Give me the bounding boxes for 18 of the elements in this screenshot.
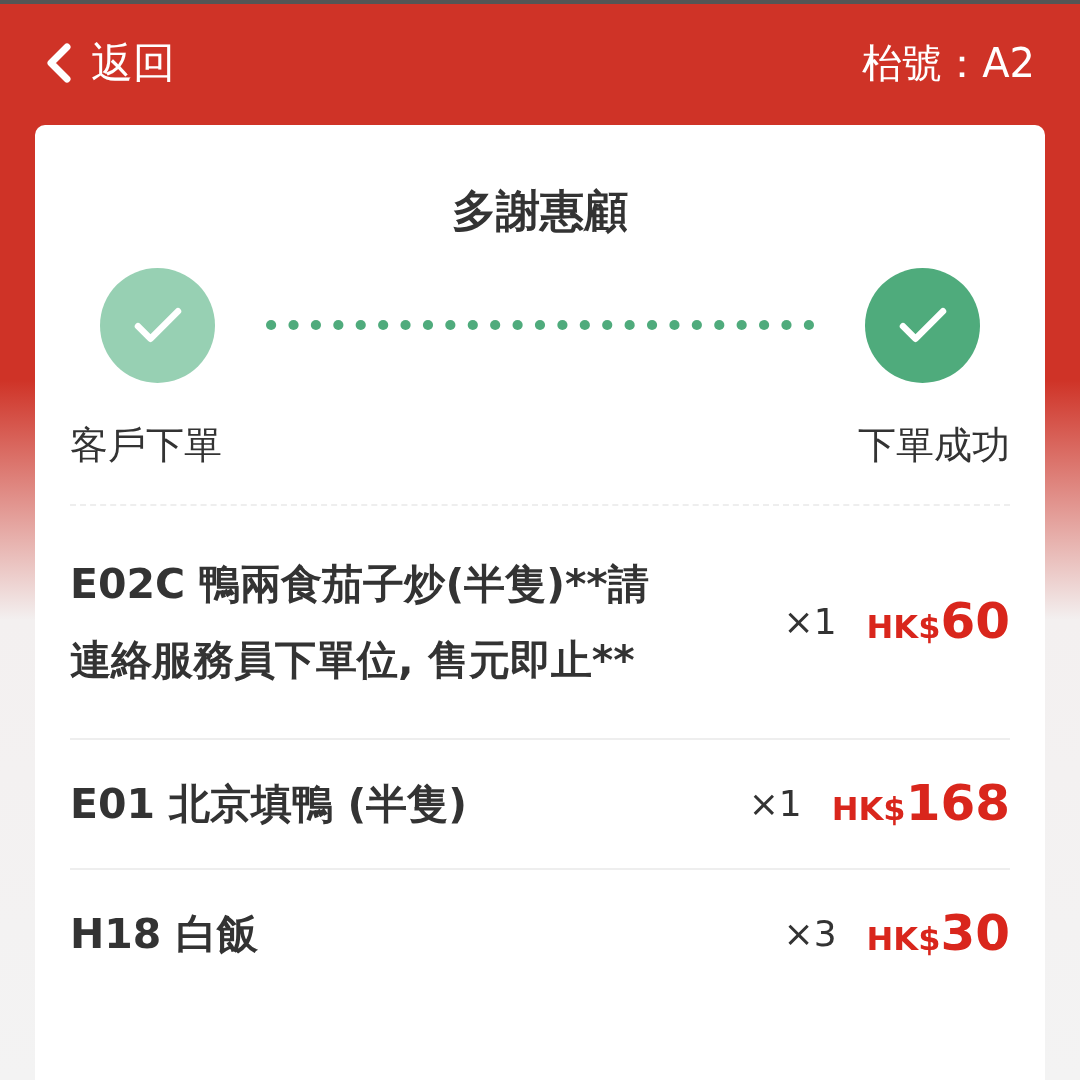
item-quantity: ×1 [748, 781, 802, 826]
table-number: 枱號：A2 [862, 38, 1035, 88]
item-price: 30 [940, 903, 1010, 965]
step-label: 下單成功 [858, 421, 1010, 469]
item-name: H18 白飯 [70, 908, 259, 960]
currency: HK$ [866, 919, 941, 961]
card-title: 多謝惠顧 [452, 185, 628, 238]
item-quantity: ×1 [783, 599, 837, 644]
currency: HK$ [866, 607, 941, 649]
step-label: 客戶下單 [70, 421, 222, 469]
item-name: E01 北京填鴨 (半隻) [70, 778, 469, 830]
chevron-left-icon [45, 42, 73, 83]
item-price: 168 [905, 773, 1010, 835]
item-quantity: ×3 [783, 911, 837, 956]
currency: HK$ [831, 789, 906, 831]
back-button[interactable]: 返回 [45, 31, 175, 94]
item-price: 60 [940, 591, 1010, 653]
item-name: E02C 鴨兩食茄子炒(半隻)**請連絡服務員下單位, 售元即止** [70, 558, 650, 686]
